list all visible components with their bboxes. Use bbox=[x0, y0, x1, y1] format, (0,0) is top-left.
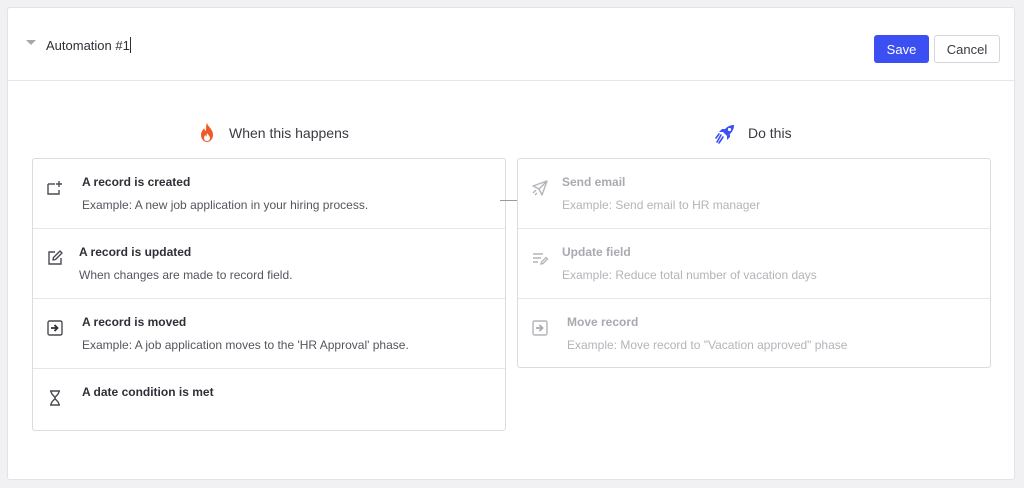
action-title: Send email bbox=[562, 175, 626, 189]
action-send-email[interactable]: Send email Example: Send email to HR man… bbox=[518, 159, 990, 229]
triggers-heading: When this happens bbox=[195, 120, 349, 146]
hourglass-icon bbox=[50, 390, 60, 406]
actions-heading: Do this bbox=[714, 120, 792, 146]
collapse-caret-icon[interactable] bbox=[26, 40, 36, 45]
actions-heading-label: Do this bbox=[748, 125, 792, 141]
trigger-description: Example: A new job application in your h… bbox=[82, 198, 369, 212]
trigger-record-updated[interactable]: A record is updated When changes are mad… bbox=[33, 229, 505, 299]
text-cursor bbox=[130, 37, 131, 53]
trigger-description: Example: A job application moves to the … bbox=[82, 338, 409, 352]
move-arrow-icon bbox=[532, 320, 548, 336]
automation-title-input[interactable] bbox=[46, 34, 346, 56]
move-arrow-icon bbox=[47, 320, 63, 336]
automation-header: Save Cancel bbox=[8, 8, 1014, 81]
trigger-title: A record is moved bbox=[82, 315, 187, 329]
action-description: Example: Send email to HR manager bbox=[562, 198, 761, 212]
trigger-date-condition[interactable]: A date condition is met bbox=[33, 369, 505, 439]
trigger-description: When changes are made to record field. bbox=[79, 268, 293, 282]
action-update-field[interactable]: Update field Example: Reduce total numbe… bbox=[518, 229, 990, 299]
trigger-record-created[interactable]: A record is created Example: A new job a… bbox=[33, 159, 505, 229]
action-title: Move record bbox=[567, 315, 639, 329]
triggers-list: A record is created Example: A new job a… bbox=[32, 158, 506, 431]
trigger-title: A record is updated bbox=[79, 245, 192, 259]
action-move-record[interactable]: Move record Example: Move record to "Vac… bbox=[518, 299, 990, 369]
action-title: Update field bbox=[562, 245, 631, 259]
update-field-icon bbox=[533, 253, 549, 265]
cancel-button[interactable]: Cancel bbox=[934, 35, 1000, 63]
fire-icon bbox=[201, 123, 213, 142]
triggers-heading-label: When this happens bbox=[229, 125, 349, 141]
rocket-icon bbox=[715, 125, 734, 144]
trigger-title: A record is created bbox=[82, 175, 191, 189]
actions-list: Send email Example: Send email to HR man… bbox=[517, 158, 991, 368]
send-icon bbox=[532, 180, 548, 196]
action-description: Example: Reduce total number of vacation… bbox=[562, 268, 817, 282]
trigger-title: A date condition is met bbox=[82, 385, 214, 399]
save-button[interactable]: Save bbox=[874, 35, 929, 63]
action-description: Example: Move record to "Vacation approv… bbox=[567, 338, 848, 352]
record-add-icon bbox=[47, 181, 62, 195]
trigger-record-moved[interactable]: A record is moved Example: A job applica… bbox=[33, 299, 505, 369]
edit-icon bbox=[48, 250, 63, 265]
automation-editor-panel: Save Cancel When this happens Do this bbox=[7, 7, 1015, 480]
